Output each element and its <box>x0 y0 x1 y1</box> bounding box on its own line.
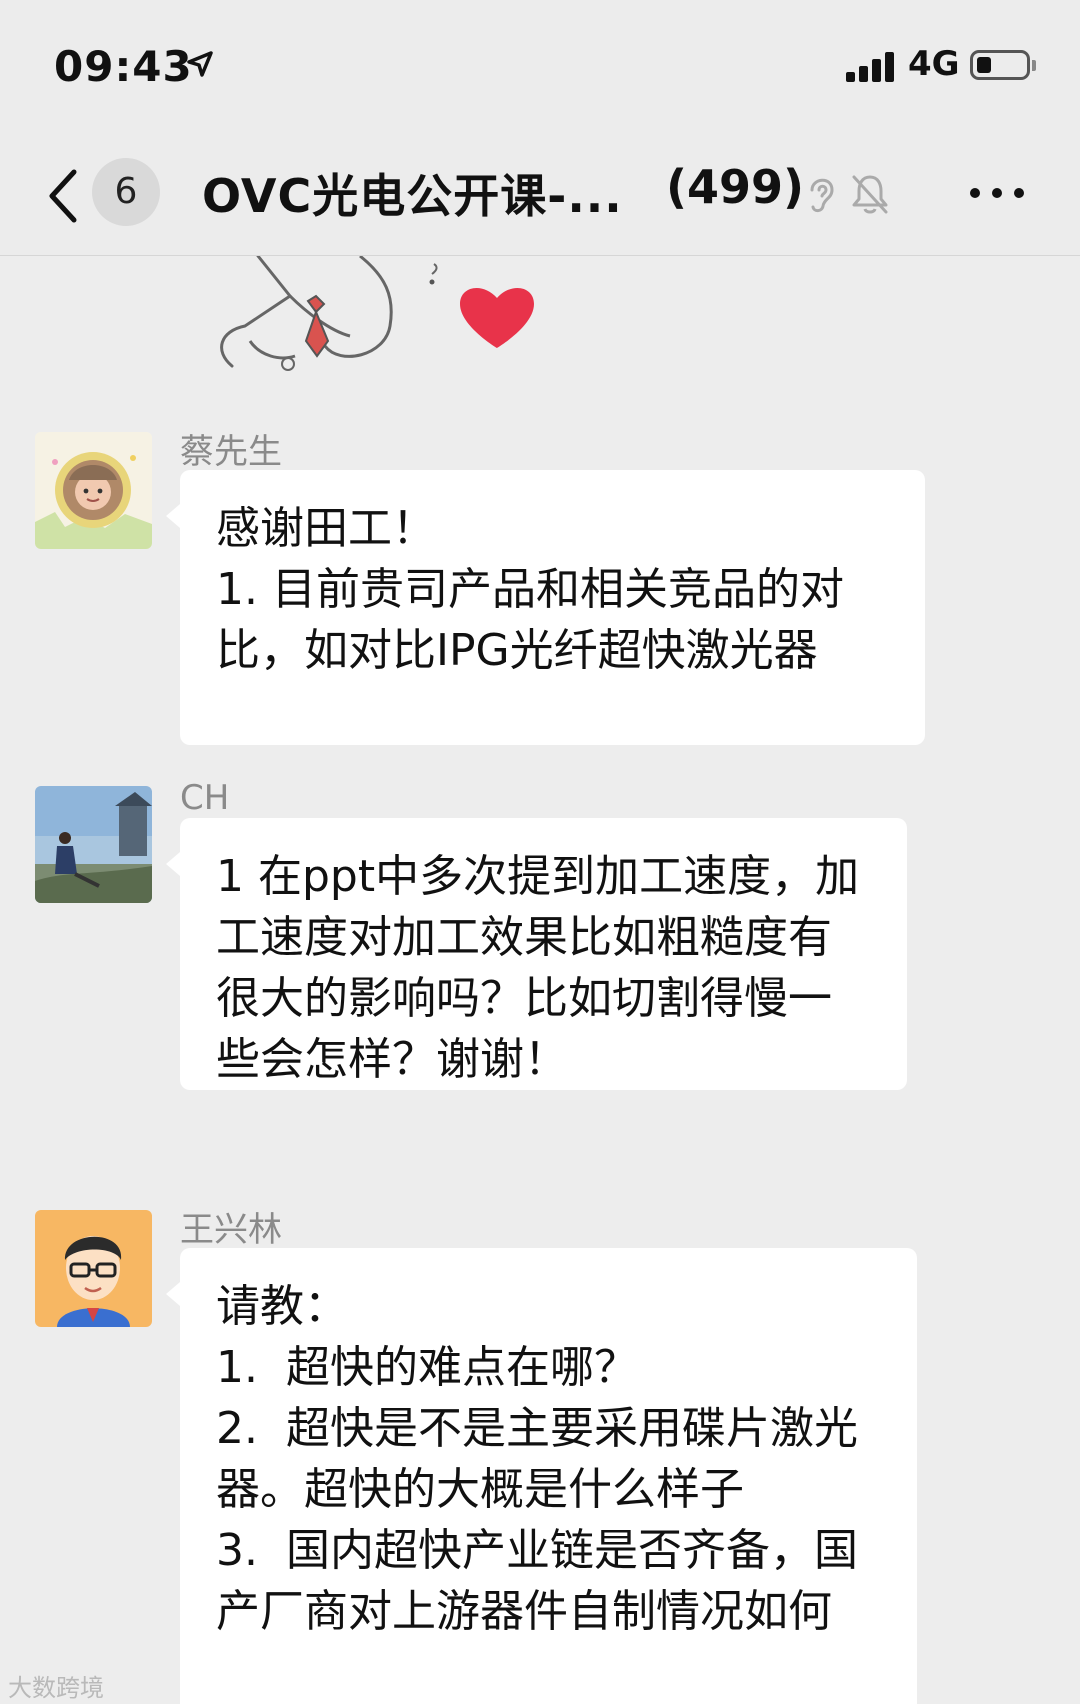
avatar-image <box>35 1210 152 1327</box>
network-type: 4G <box>908 44 960 84</box>
chat-message-list[interactable]: 蔡先生 感谢田工！ 1. 目前贵司产品和相关竞品的对比，如对比IPG光纤超快激光… <box>0 256 1080 1704</box>
battery-icon <box>970 50 1030 80</box>
avatar-image <box>35 432 152 549</box>
sticker-image[interactable] <box>220 256 600 396</box>
status-time: 09:43 <box>54 42 193 91</box>
avatar-wang[interactable] <box>35 1210 152 1327</box>
avatar-ch[interactable] <box>35 786 152 903</box>
more-options-icon[interactable] <box>968 180 1028 206</box>
watermark-logo: 大数跨境 <box>8 1674 104 1702</box>
status-bar: 09:43 4G <box>0 0 1080 130</box>
avatar-cai[interactable] <box>35 432 152 549</box>
earpiece-mode-icon <box>810 178 834 213</box>
sender-name: CH <box>180 778 230 818</box>
sender-name: 王兴林 <box>180 1210 282 1250</box>
message-bubble[interactable]: 请教： 1. 超快的难点在哪？ 2. 超快是不是主要采用碟片激光器。超快的大概是… <box>166 1248 917 1704</box>
cellular-signal-icon <box>846 52 898 82</box>
avatar-image <box>35 786 152 903</box>
location-arrow-icon <box>187 51 213 77</box>
message-bubble[interactable]: 1 在ppt中多次提到加工速度，加工速度对加工效果比如粗糙度有很大的影响吗？比如… <box>166 818 907 1090</box>
back-chevron-icon[interactable] <box>44 166 84 226</box>
chat-header: 6 OVC光电公开课-... (499) <box>0 130 1080 256</box>
chat-title: OVC光电公开课-... <box>202 169 623 223</box>
unread-count-badge[interactable]: 6 <box>92 158 160 226</box>
sender-name: 蔡先生 <box>180 432 282 472</box>
battery-tip <box>1032 60 1036 71</box>
member-count: (499) <box>666 160 805 214</box>
message-bubble[interactable]: 感谢田工！ 1. 目前贵司产品和相关竞品的对比，如对比IPG光纤超快激光器 <box>166 470 925 745</box>
mute-bell-icon <box>852 175 888 214</box>
